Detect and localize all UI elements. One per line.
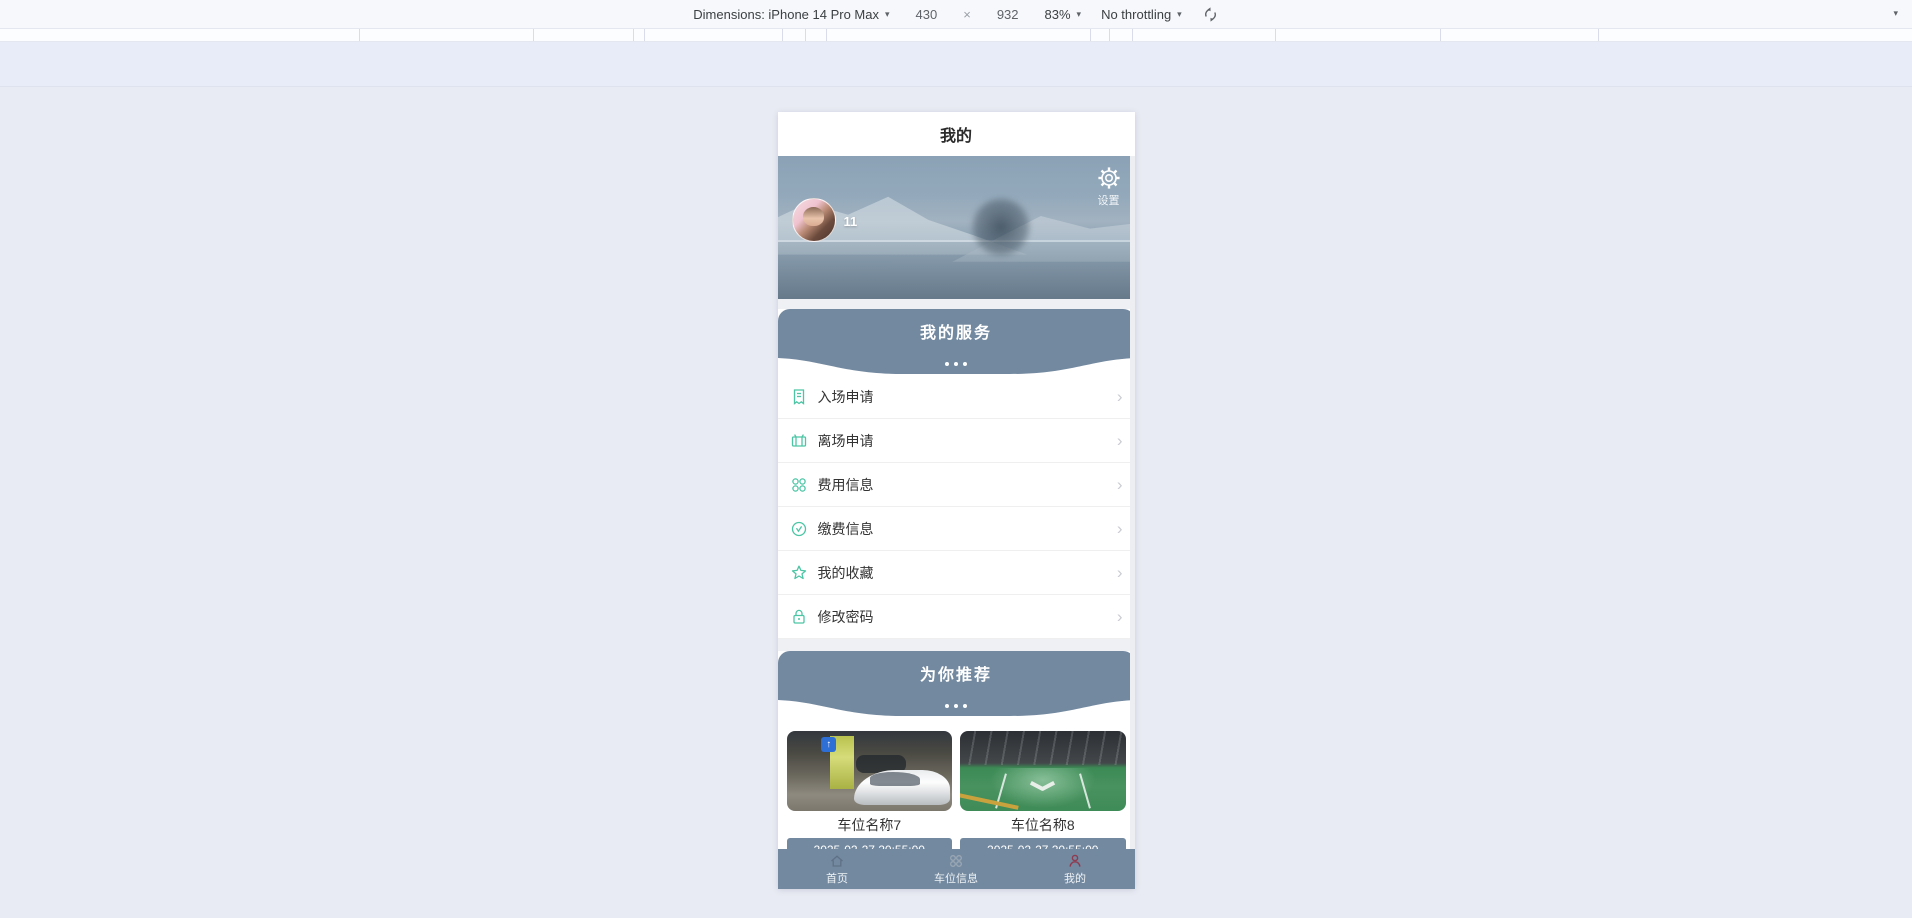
ruler-tick xyxy=(1598,29,1600,41)
page-scrollbar[interactable] xyxy=(1129,156,1135,849)
chevron-right-icon: › xyxy=(1116,475,1123,494)
ellipsis-dots xyxy=(945,704,967,708)
circles-grid-icon xyxy=(791,477,806,492)
service-item-label: 入场申请 xyxy=(817,388,874,405)
tab-label: 我的 xyxy=(1064,872,1086,885)
service-item-favorites[interactable]: 我的收藏 › xyxy=(777,551,1135,595)
blurred-object xyxy=(970,196,1033,259)
chevron-down-icon: ▾ xyxy=(884,8,890,19)
service-item-leave-application[interactable]: 离场申请 › xyxy=(777,419,1135,463)
check-circle-icon xyxy=(791,521,806,536)
throttling-dropdown[interactable]: No throttling ▾ xyxy=(1101,7,1182,22)
viewport-height-input[interactable]: 932 xyxy=(991,5,1025,24)
devtools-device-toolbar: Dimensions: iPhone 14 Pro Max ▾ 430 × 93… xyxy=(0,0,1912,29)
service-item-label: 缴费信息 xyxy=(817,520,874,537)
parking-photo xyxy=(960,731,1126,811)
device-dimensions-dropdown[interactable]: Dimensions: iPhone 14 Pro Max ▾ xyxy=(693,7,889,22)
zoom-level-value: 83% xyxy=(1044,6,1071,22)
person-icon xyxy=(1069,854,1081,867)
device-emulation-stage: 我的 11 设置 我的服务 入场申请 › 离场申请 › 费用信息 › 缴费信息 … xyxy=(0,87,1912,917)
circles-grid-icon xyxy=(950,854,962,867)
horizontal-ruler xyxy=(0,29,1912,42)
ruler-tick xyxy=(1275,29,1277,41)
tab-home[interactable]: 首页 xyxy=(778,849,897,889)
tab-label: 车位信息 xyxy=(934,872,978,885)
device-dimensions-label: Dimensions: iPhone 14 Pro Max xyxy=(693,6,879,22)
settings-label: 设置 xyxy=(1097,195,1120,207)
bottom-tab-bar: 首页 车位信息 我的 xyxy=(777,849,1135,889)
parking-card-name: 车位名称7 xyxy=(837,817,902,833)
section-gap xyxy=(777,299,1135,309)
section-gap xyxy=(777,639,1135,651)
lock-icon xyxy=(792,609,805,624)
water-shape xyxy=(777,241,1135,299)
profile-header-image: 11 设置 xyxy=(777,156,1135,299)
ruler-tick xyxy=(533,29,535,41)
emulated-phone-page: 我的 11 设置 我的服务 入场申请 › 离场申请 › 费用信息 › 缴费信息 … xyxy=(777,112,1135,889)
parking-photo: ↑ xyxy=(786,731,952,811)
throttling-value: No throttling xyxy=(1101,6,1172,22)
services-wave xyxy=(777,353,1135,375)
chevron-down-icon: ▾ xyxy=(1177,8,1182,19)
chevron-right-icon: › xyxy=(1116,607,1123,626)
recommend-section-header: 为你推荐 xyxy=(777,651,1135,695)
viewport-top-band xyxy=(0,42,1912,87)
zoom-level-dropdown[interactable]: 83% ▾ xyxy=(1045,7,1082,22)
service-item-label: 费用信息 xyxy=(817,476,874,493)
ruler-tick xyxy=(1439,29,1441,41)
page-title: 我的 xyxy=(777,112,1135,156)
service-item-label: 修改密码 xyxy=(817,608,874,625)
user-nickname: 11 xyxy=(843,214,858,229)
services-section-header: 我的服务 xyxy=(777,309,1135,353)
ruler-tick xyxy=(782,29,783,41)
chevron-down-icon: ▾ xyxy=(1076,8,1082,19)
parking-card[interactable]: 车位名称8 2025-02-27 20:55:00 xyxy=(960,731,1126,862)
ruler-tick xyxy=(359,29,361,41)
service-item-entry-application[interactable]: 入场申请 › xyxy=(777,375,1135,419)
tab-label: 首页 xyxy=(826,872,848,885)
ruler-tick xyxy=(804,29,806,41)
ruler-tick xyxy=(1131,29,1133,41)
tab-mine[interactable]: 我的 xyxy=(1016,849,1135,889)
ruler-tick xyxy=(825,29,827,41)
avatar[interactable] xyxy=(791,198,836,242)
toolbar-overflow-caret[interactable]: ▾ xyxy=(1893,8,1898,19)
recommend-wave xyxy=(777,695,1135,717)
chevron-right-icon: › xyxy=(1116,563,1123,582)
viewport-width-input[interactable]: 430 xyxy=(910,5,944,24)
ceiling-streaks xyxy=(960,731,1126,765)
services-list: 入场申请 › 离场申请 › 费用信息 › 缴费信息 › 我的收藏 › 修改密码 … xyxy=(777,375,1135,639)
document-icon xyxy=(793,388,804,405)
ruler-tick xyxy=(632,29,634,41)
ruler-tick xyxy=(1108,29,1110,41)
service-item-label: 我的收藏 xyxy=(817,564,874,581)
box-icon xyxy=(791,433,806,447)
service-item-change-password[interactable]: 修改密码 › xyxy=(777,595,1135,639)
chevron-right-icon: › xyxy=(1116,519,1123,538)
service-item-fee-info[interactable]: 费用信息 › xyxy=(777,463,1135,507)
service-item-label: 离场申请 xyxy=(817,432,874,449)
rotate-device-button[interactable] xyxy=(1202,6,1219,23)
gear-icon xyxy=(1097,167,1120,189)
home-icon xyxy=(831,854,843,867)
chevron-right-icon: › xyxy=(1116,431,1123,450)
settings-button[interactable]: 设置 xyxy=(1097,166,1121,208)
dimensions-multiply-sign: × xyxy=(963,6,971,22)
ruler-tick xyxy=(1089,29,1091,41)
arrow-sign: ↑ xyxy=(821,736,837,752)
ruler-tick xyxy=(644,29,646,41)
chevron-right-icon: › xyxy=(1116,387,1123,406)
tab-parking-info[interactable]: 车位信息 xyxy=(897,849,1016,889)
parking-card-name: 车位名称8 xyxy=(1010,817,1075,833)
parked-car-white xyxy=(854,770,951,806)
recommend-cards: ↑ 车位名称7 2025-02-27 20:55:00 车位名称8 xyxy=(777,717,1135,862)
parking-card[interactable]: ↑ 车位名称7 2025-02-27 20:55:00 xyxy=(786,731,952,862)
service-item-payment-info[interactable]: 缴费信息 › xyxy=(777,507,1135,551)
ellipsis-dots xyxy=(945,362,967,366)
star-icon xyxy=(791,565,806,579)
rotate-icon xyxy=(1204,6,1216,22)
